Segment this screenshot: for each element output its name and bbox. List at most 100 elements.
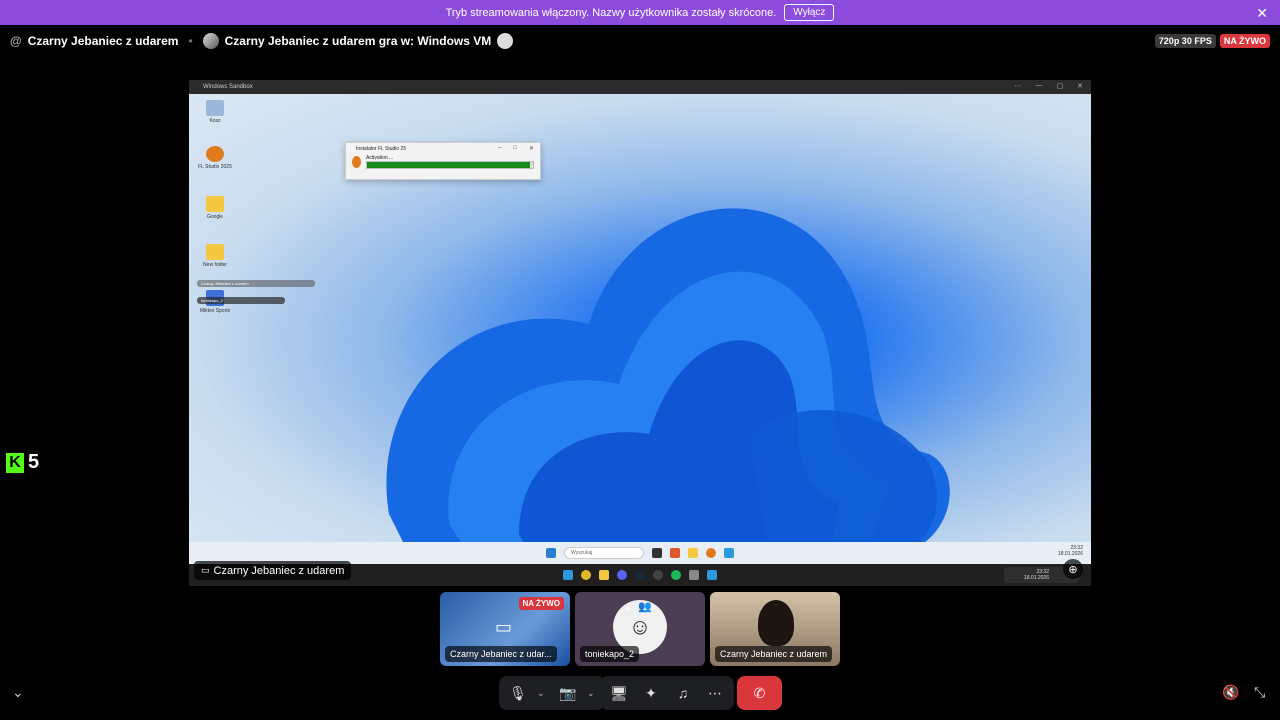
quality-badge: 720p 30 FPS xyxy=(1154,34,1216,48)
channel-name[interactable]: Czarny Jebaniec z udarem xyxy=(28,34,179,48)
screen-share-icon: ▭ xyxy=(201,565,210,575)
steam-icon xyxy=(635,570,645,580)
file-explorer-icon xyxy=(652,548,662,558)
desktop-icon-label: Miktex Sports xyxy=(199,308,231,314)
chrome-icon xyxy=(581,570,591,580)
desktop-icon-recycle-bin: Kosz xyxy=(195,100,235,124)
maximize-icon: □ xyxy=(513,145,517,151)
spotify-icon xyxy=(671,570,681,580)
channel-info: @ Czarny Jebaniec z udarem xyxy=(10,34,178,48)
participant-tile-user[interactable]: ⌄ 👥 ☺ toniekapo_2 xyxy=(575,592,705,666)
folder-icon xyxy=(206,244,224,260)
fl-studio-icon xyxy=(352,156,361,168)
streamer-mode-banner: Tryb streamowania włączony. Nazwy użytko… xyxy=(0,0,1280,25)
camera-off-icon[interactable]: 📷 xyxy=(555,680,581,706)
sandbox-icon xyxy=(707,570,717,580)
installer-body: Activation.... xyxy=(346,155,540,169)
activities-icon[interactable]: ✦ xyxy=(638,680,664,706)
close-icon: ✕ xyxy=(528,146,534,152)
stream-badges: 720p 30 FPS NA ŻYWO xyxy=(1154,34,1270,48)
mini-overlay-user-2: toniekapo_2 xyxy=(197,297,285,304)
sandbox-titlebar: Windows Sandbox ⋯ — ▢ ✕ xyxy=(189,80,1091,94)
microphone-icon[interactable]: 🎙 xyxy=(505,680,531,706)
kick-logo-icon: K xyxy=(6,452,24,473)
fl-studio-icon xyxy=(706,548,716,558)
activity-status: Czarny Jebaniec z udarem gra w: Windows … xyxy=(202,33,514,49)
chevron-down-icon[interactable]: ⌄ xyxy=(587,688,599,699)
window-title: Windows Sandbox xyxy=(203,84,253,90)
installer-progress-fill xyxy=(367,162,530,168)
more-icon: ⋯ xyxy=(1014,83,1022,90)
folder-icon xyxy=(599,570,609,580)
screen-share-icon: ▭ xyxy=(495,617,513,637)
desktop-icon-folder: New folder xyxy=(195,244,235,268)
discord-icon xyxy=(617,570,627,580)
actions-group: 🖥 ✦ ♫ ⋯ xyxy=(600,676,734,710)
more-icon[interactable]: ⋯ xyxy=(702,680,728,706)
desktop-icon-label: FL Studio 2025 xyxy=(198,164,232,170)
live-badge: NA ŻYWO xyxy=(1219,34,1270,48)
window-controls: ⋯ — ▢ ✕ xyxy=(1015,82,1084,90)
fl-studio-icon xyxy=(206,146,224,162)
banner-text: Tryb streamowania włączony. Nazwy użytko… xyxy=(445,6,777,19)
exit-fullscreen-icon[interactable]: ⤡ xyxy=(1254,684,1265,701)
minimize-icon: — xyxy=(1035,82,1043,89)
installer-progress-bar xyxy=(366,161,534,169)
brave-icon xyxy=(670,548,680,558)
installer-title: Instalator FL Studio 25 xyxy=(356,146,407,152)
installer-controls: – □ ✕ xyxy=(498,145,534,152)
hangup-icon: ✆ xyxy=(753,684,766,701)
zoom-icon[interactable]: ⊕ xyxy=(1063,559,1083,579)
avatar xyxy=(202,33,219,49)
game-avatar-icon xyxy=(497,33,514,49)
desktop-icon-label: Google xyxy=(206,214,224,220)
desktop-icon-google: Google xyxy=(195,196,235,220)
windows-start-icon xyxy=(546,548,556,558)
kick-viewer-widget: K 5 xyxy=(6,451,39,474)
folder-icon xyxy=(206,196,224,212)
stream-view[interactable]: Windows Sandbox ⋯ — ▢ ✕ Kosz FL Studio 2… xyxy=(189,80,1091,586)
host-date: 18.01.2026 xyxy=(1023,575,1049,581)
soundboard-icon[interactable]: ♫ xyxy=(670,680,696,706)
stream-name-tag: ▭ Czarny Jebaniec z udarem xyxy=(194,561,352,580)
collapse-icon[interactable]: ⌄ xyxy=(12,684,24,701)
tile-label: toniekapo_2 xyxy=(580,646,640,662)
add-friend-icon[interactable]: 👥 xyxy=(638,600,652,613)
call-controls-actions: 🖥 ✦ ♫ ⋯ xyxy=(600,676,734,710)
chevron-down-icon[interactable]: ⌄ xyxy=(537,688,549,699)
live-badge: NA ŻYWO xyxy=(518,597,564,610)
camera-feed xyxy=(758,600,794,646)
sandbox-icon xyxy=(724,548,734,558)
chevron-down-icon[interactable]: ⌄ xyxy=(623,600,632,613)
maximize-icon: ▢ xyxy=(1056,83,1064,90)
desktop-icon-label: New folder xyxy=(203,262,227,268)
minimize-icon: – xyxy=(498,145,502,151)
participant-tile-camera[interactable]: Czarny Jebaniec z udarem xyxy=(710,592,840,666)
participant-tile-stream[interactable]: NA ŻYWO ▭ Czarny Jebaniec z udar... xyxy=(440,592,570,666)
mini-overlay: Czarny Jebaniec z udarem toniekapo_2 xyxy=(197,280,315,304)
tile-actions: ⌄ 👥 xyxy=(623,600,652,613)
obs-icon xyxy=(653,570,663,580)
share-screen-icon[interactable]: 🖥 xyxy=(606,680,632,706)
activity-text: Czarny Jebaniec z udarem gra w: Windows … xyxy=(224,34,492,48)
mute-all-icon[interactable]: 🔇 xyxy=(1222,684,1239,701)
av-group: 🎙 ⌄ 📷 ⌄ xyxy=(499,676,605,710)
search-placeholder: Wyszukaj xyxy=(571,550,593,556)
desktop-icon-fl-studio: FL Studio 2025 xyxy=(195,146,235,170)
tile-label: Czarny Jebaniec z udar... xyxy=(445,646,557,662)
separator-dot: • xyxy=(188,34,193,48)
recycle-bin-icon xyxy=(206,100,224,116)
tile-label: Czarny Jebaniec z udarem xyxy=(715,646,833,662)
disconnect-button[interactable]: ✆ xyxy=(737,676,782,710)
installer-titlebar: Instalator FL Studio 25 – □ ✕ xyxy=(346,143,540,155)
vm-search-box: Wyszukaj xyxy=(564,547,644,559)
close-icon[interactable]: ✕ xyxy=(1256,5,1268,22)
at-icon: @ xyxy=(10,34,22,48)
disable-streamer-mode-button[interactable]: Wyłącz xyxy=(784,4,835,21)
folder-icon xyxy=(688,548,698,558)
streamer-name: Czarny Jebaniec z udarem xyxy=(213,564,345,577)
close-icon: ✕ xyxy=(1077,83,1083,90)
vm-date: 18.01.2026 xyxy=(1057,551,1083,557)
mini-overlay-user-1: Czarny Jebaniec z udarem xyxy=(197,280,315,287)
kick-viewer-count: 5 xyxy=(28,451,40,473)
